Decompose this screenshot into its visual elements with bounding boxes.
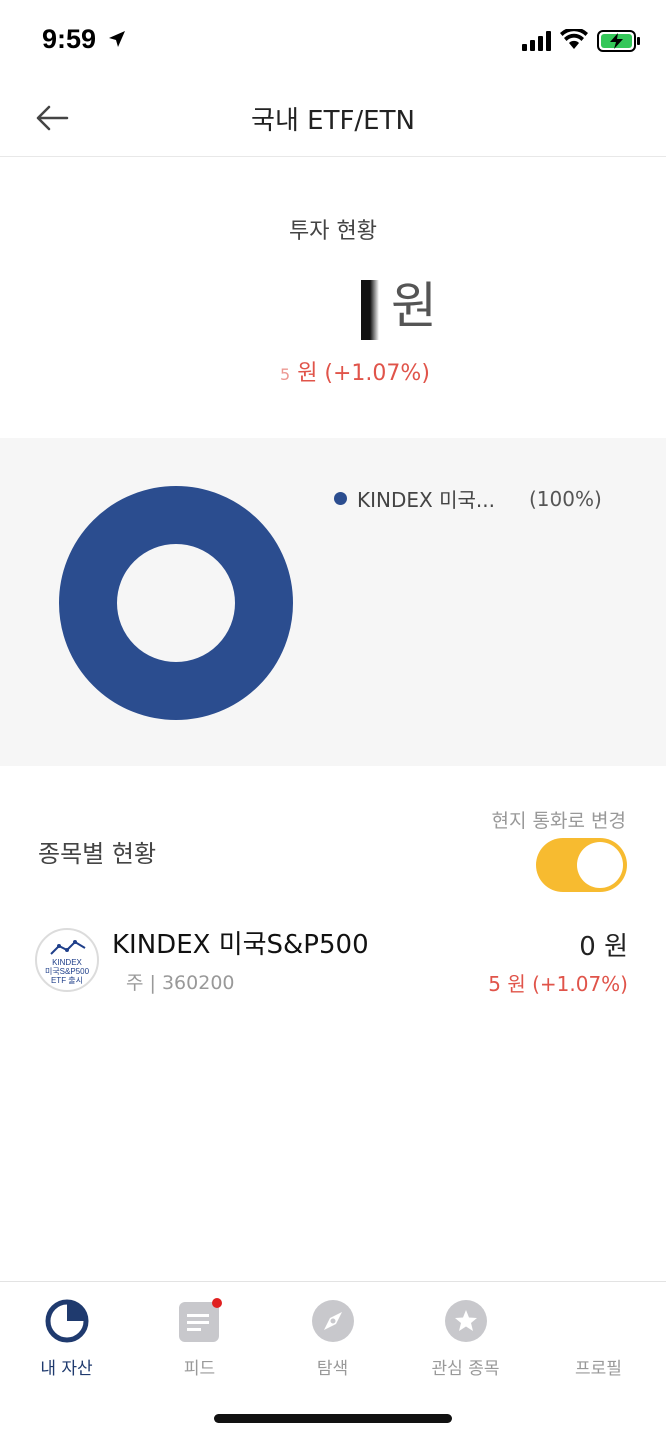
- holding-change: 5 원 (+1.07%): [488, 972, 628, 996]
- tab-my-assets[interactable]: 내 자산: [0, 1282, 133, 1392]
- summary-amount-unit: 원: [391, 277, 437, 335]
- star-icon: [444, 1300, 487, 1342]
- tab-label: 프로필: [575, 1359, 622, 1379]
- location-arrow-icon: [109, 31, 125, 47]
- chart-legend: KINDEX 미국... (100%): [334, 484, 602, 513]
- logo-line: 미국S&P500: [44, 967, 90, 976]
- cellular-signal-icon: [522, 31, 551, 51]
- battery-charging-icon: [597, 30, 640, 52]
- summary-label: 투자 현황: [289, 219, 377, 244]
- toggle-knob: [577, 842, 623, 888]
- summary-change-prefix: 5: [280, 365, 291, 384]
- holding-name: KINDEX 미국S&P500: [112, 930, 369, 960]
- holding-value: 0 원: [579, 932, 628, 962]
- status-bar: 9:59: [0, 0, 666, 80]
- legend-color-dot: [334, 492, 347, 505]
- tab-feed[interactable]: 피드: [133, 1282, 266, 1392]
- summary-change-text: 원 (+1.07%): [297, 361, 430, 386]
- legend-item-name: KINDEX 미국...: [357, 488, 495, 512]
- donut-chart: [59, 486, 293, 720]
- nav-header: 국내 ETF/ETN: [0, 80, 666, 157]
- kindex-logo: KINDEX 미국S&P500 ETF 출시: [35, 928, 99, 992]
- donut-slice-kindex: [59, 486, 293, 720]
- tab-profile[interactable]: 프로필: [532, 1282, 665, 1392]
- currency-toggle[interactable]: [536, 838, 627, 892]
- page-title: 국내 ETF/ETN: [251, 106, 415, 136]
- allocation-chart: KINDEX 미국... (100%): [0, 438, 666, 766]
- holding-ticker: 주 | 360200: [126, 972, 235, 994]
- legend-item-percent: (100%): [529, 486, 602, 511]
- pie-chart-icon: [45, 1299, 88, 1343]
- logo-text: KINDEX 미국S&P500 ETF 출시: [37, 958, 97, 985]
- holdings-title: 종목별 현황: [38, 840, 157, 868]
- holding-row[interactable]: KINDEX 미국S&P500 ETF 출시 KINDEX 미국S&P500 주…: [0, 910, 666, 1000]
- notification-badge: [211, 1298, 222, 1308]
- status-time: 9:59: [42, 24, 97, 54]
- tab-label: 내 자산: [40, 1359, 93, 1379]
- logo-line: KINDEX: [52, 958, 82, 967]
- hidden-amount: [229, 279, 379, 340]
- tab-explore[interactable]: 탐색: [266, 1282, 399, 1392]
- logo-line: ETF 출시: [50, 976, 84, 985]
- feed-icon: [178, 1298, 222, 1342]
- tab-label: 관심 종목: [431, 1359, 500, 1379]
- compass-icon: [311, 1300, 354, 1342]
- tab-label: 탐색: [316, 1359, 349, 1379]
- tab-label: 피드: [183, 1359, 216, 1379]
- summary-change: 5 원 (+1.07%): [280, 355, 430, 387]
- home-indicator: [214, 1414, 452, 1423]
- tab-watchlist[interactable]: 관심 종목: [399, 1282, 532, 1392]
- wifi-icon: [560, 29, 588, 49]
- summary-amount: 원: [0, 266, 666, 340]
- currency-toggle-label: 현지 통화로 변경: [491, 810, 626, 832]
